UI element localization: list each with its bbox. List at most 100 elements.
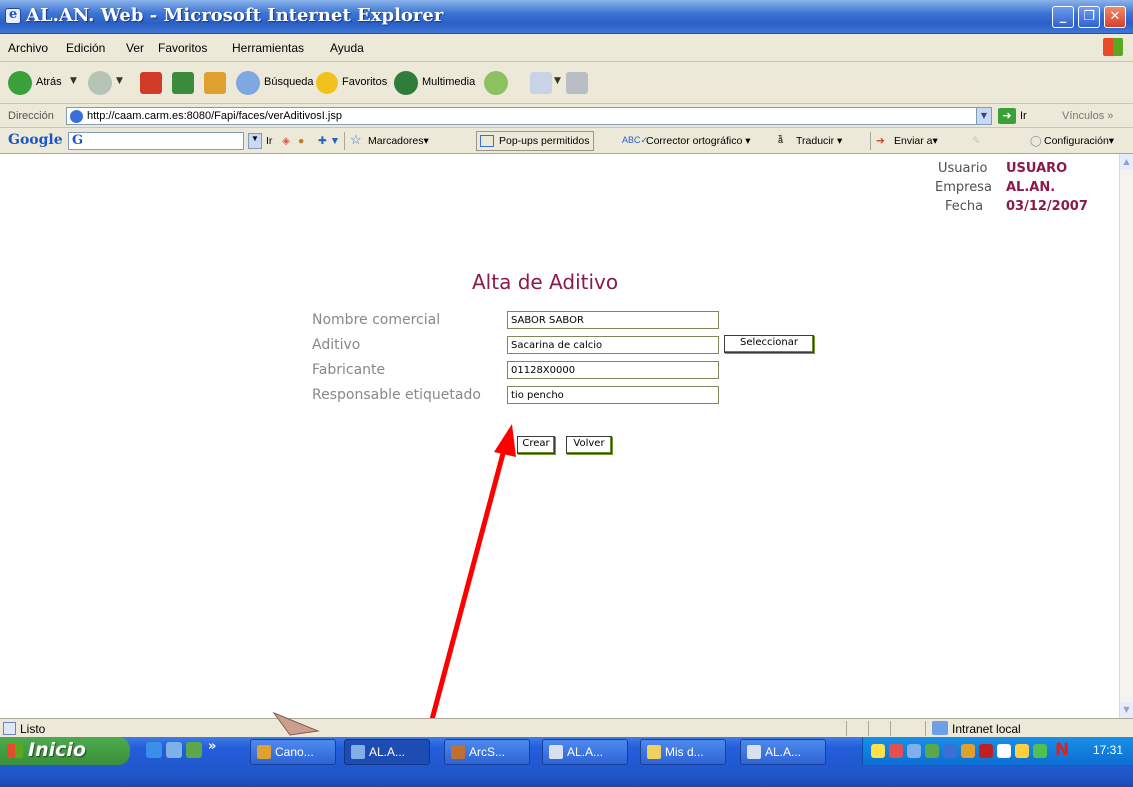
crear-button[interactable]: Crear [517, 436, 555, 454]
menu-archivo[interactable]: Archivo [8, 41, 48, 55]
task-alan-browser[interactable]: AL.A... [344, 739, 430, 765]
scroll-down-icon[interactable]: ▼ [1120, 702, 1133, 718]
translate-label[interactable]: Traducir [796, 135, 834, 147]
send-to-button[interactable]: Enviar a▾ [894, 135, 938, 147]
nombre-comercial-input[interactable] [507, 311, 719, 329]
settings-icon[interactable]: ◯ [1030, 135, 1042, 147]
search-button-label[interactable]: Búsqueda [264, 76, 314, 88]
print-icon[interactable] [566, 72, 588, 94]
links-more-icon[interactable]: » [1107, 110, 1113, 122]
settings-button[interactable]: Configuración▾ [1044, 135, 1114, 147]
media-quicklaunch-icon[interactable] [186, 742, 202, 758]
task-label[interactable]: ArcS... [469, 745, 505, 759]
task-label[interactable]: AL.A... [369, 745, 405, 759]
menu-edicion[interactable]: Edición [66, 41, 105, 55]
stop-icon[interactable] [140, 72, 162, 94]
scroll-up-icon[interactable]: ▲ [1120, 154, 1133, 170]
tray-app-icon[interactable] [871, 744, 885, 758]
back-arrow-icon[interactable] [8, 71, 32, 95]
forward-dropdown-icon[interactable]: ▼ [116, 76, 123, 86]
go-arrow-icon[interactable]: ➜ [998, 108, 1016, 124]
start-label[interactable]: Inicio [28, 739, 86, 761]
minimize-button[interactable]: _ [1052, 6, 1074, 28]
send-to-icon[interactable]: ➔ [876, 135, 885, 147]
links-label[interactable]: Vínculos » [1062, 110, 1113, 122]
task-mis-documentos[interactable]: Mis d... [640, 739, 726, 765]
task-arcs[interactable]: ArcS... [444, 739, 530, 765]
window-title-bar[interactable]: AL.AN. Web - Microsoft Internet Explorer… [0, 0, 1133, 34]
tray-app-icon[interactable] [889, 744, 903, 758]
vertical-scrollbar[interactable]: ▲ ▼ [1119, 154, 1133, 718]
translate-button[interactable]: Traducir ▾ [796, 135, 842, 147]
mail-icon[interactable] [530, 72, 552, 94]
quicklaunch-more-icon[interactable]: » [208, 739, 216, 754]
multimedia-icon[interactable] [394, 71, 418, 95]
google-pagerank-icon[interactable]: ✚ ▼ [318, 135, 340, 147]
task-cano[interactable]: Cano... [250, 739, 336, 765]
task-label[interactable]: Mis d... [665, 745, 704, 759]
back-button-label[interactable]: Atrás [36, 76, 62, 88]
home-icon[interactable] [204, 72, 226, 94]
address-input[interactable]: http://caam.carm.es:8080/Fapi/faces/verA… [66, 107, 992, 125]
menu-favoritos[interactable]: Favoritos [158, 41, 207, 55]
back-dropdown-icon[interactable]: ▼ [70, 76, 77, 86]
volver-button[interactable]: Volver [566, 436, 612, 454]
spellcheck-button[interactable]: Corrector ortográfico ▾ [646, 135, 751, 147]
mail-dropdown-icon[interactable]: ▼ [554, 76, 561, 86]
spellcheck-icon[interactable]: ABC✓ [622, 135, 648, 146]
google-go-label[interactable]: Ir [266, 135, 272, 147]
ie-quicklaunch-icon[interactable] [146, 742, 162, 758]
tray-app-icon[interactable] [1015, 744, 1029, 758]
task-label[interactable]: AL.A... [765, 745, 801, 759]
google-dropdown-icon[interactable]: ▼ [248, 133, 262, 149]
multimedia-button-label[interactable]: Multimedia [422, 76, 475, 88]
desktop-quicklaunch-icon[interactable] [166, 742, 182, 758]
go-button-label[interactable]: Ir [1020, 110, 1027, 122]
spellcheck-label[interactable]: Corrector ortográfico [646, 135, 742, 147]
google-logo[interactable]: Google [8, 132, 63, 148]
favorites-button-label[interactable]: Favoritos [342, 76, 387, 88]
forward-arrow-icon[interactable] [88, 71, 112, 95]
close-button[interactable]: ✕ [1104, 6, 1126, 28]
task-alan-doc2[interactable]: AL.A... [740, 739, 826, 765]
tray-app-icon[interactable] [943, 744, 957, 758]
bookmarks-star-icon[interactable]: ☆ [350, 132, 362, 148]
google-search-input[interactable]: G [68, 132, 244, 150]
menu-herramientas[interactable]: Herramientas [232, 41, 304, 55]
google-options-icon[interactable]: ◈ [282, 135, 290, 147]
highlight-icon[interactable]: ✎ [972, 135, 981, 147]
menu-ayuda[interactable]: Ayuda [330, 41, 364, 55]
seleccionar-button[interactable]: Seleccionar [724, 335, 814, 353]
send-to-label[interactable]: Enviar a [894, 135, 933, 147]
aditivo-input[interactable] [507, 336, 719, 354]
translate-icon[interactable]: ã̃ [778, 135, 783, 145]
address-url[interactable]: http://caam.carm.es:8080/Fapi/faces/verA… [87, 110, 342, 122]
maximize-button[interactable]: ❐ [1078, 6, 1100, 28]
refresh-icon[interactable] [172, 72, 194, 94]
fabricante-input[interactable] [507, 361, 719, 379]
history-icon[interactable] [484, 71, 508, 95]
tray-app-icon[interactable] [997, 744, 1011, 758]
search-icon[interactable] [236, 71, 260, 95]
favorites-star-icon[interactable] [316, 72, 338, 94]
links-text[interactable]: Vínculos [1062, 110, 1104, 122]
settings-label[interactable]: Configuración [1044, 135, 1109, 147]
tray-app-icon[interactable] [979, 744, 993, 758]
task-label[interactable]: Cano... [275, 745, 314, 759]
tray-app-icon[interactable] [925, 744, 939, 758]
menu-ver[interactable]: Ver [126, 41, 144, 55]
tray-app-icon[interactable] [1033, 744, 1047, 758]
responsable-etiquetado-input[interactable] [507, 386, 719, 404]
google-news-icon[interactable]: ● [298, 135, 304, 147]
bookmarks-label[interactable]: Marcadores [368, 135, 423, 147]
task-label[interactable]: AL.A... [567, 745, 603, 759]
norton-icon[interactable]: N [1055, 740, 1069, 760]
tray-app-icon[interactable] [961, 744, 975, 758]
address-dropdown-icon[interactable]: ▼ [976, 107, 992, 125]
page-title: Alta de Aditivo [472, 270, 619, 294]
popups-label[interactable]: Pop-ups permitidos [499, 135, 589, 147]
bookmarks-button[interactable]: Marcadores▾ [368, 135, 429, 147]
tray-app-icon[interactable] [907, 744, 921, 758]
start-button[interactable]: Inicio [0, 737, 130, 765]
task-alan-doc1[interactable]: AL.A... [542, 739, 628, 765]
